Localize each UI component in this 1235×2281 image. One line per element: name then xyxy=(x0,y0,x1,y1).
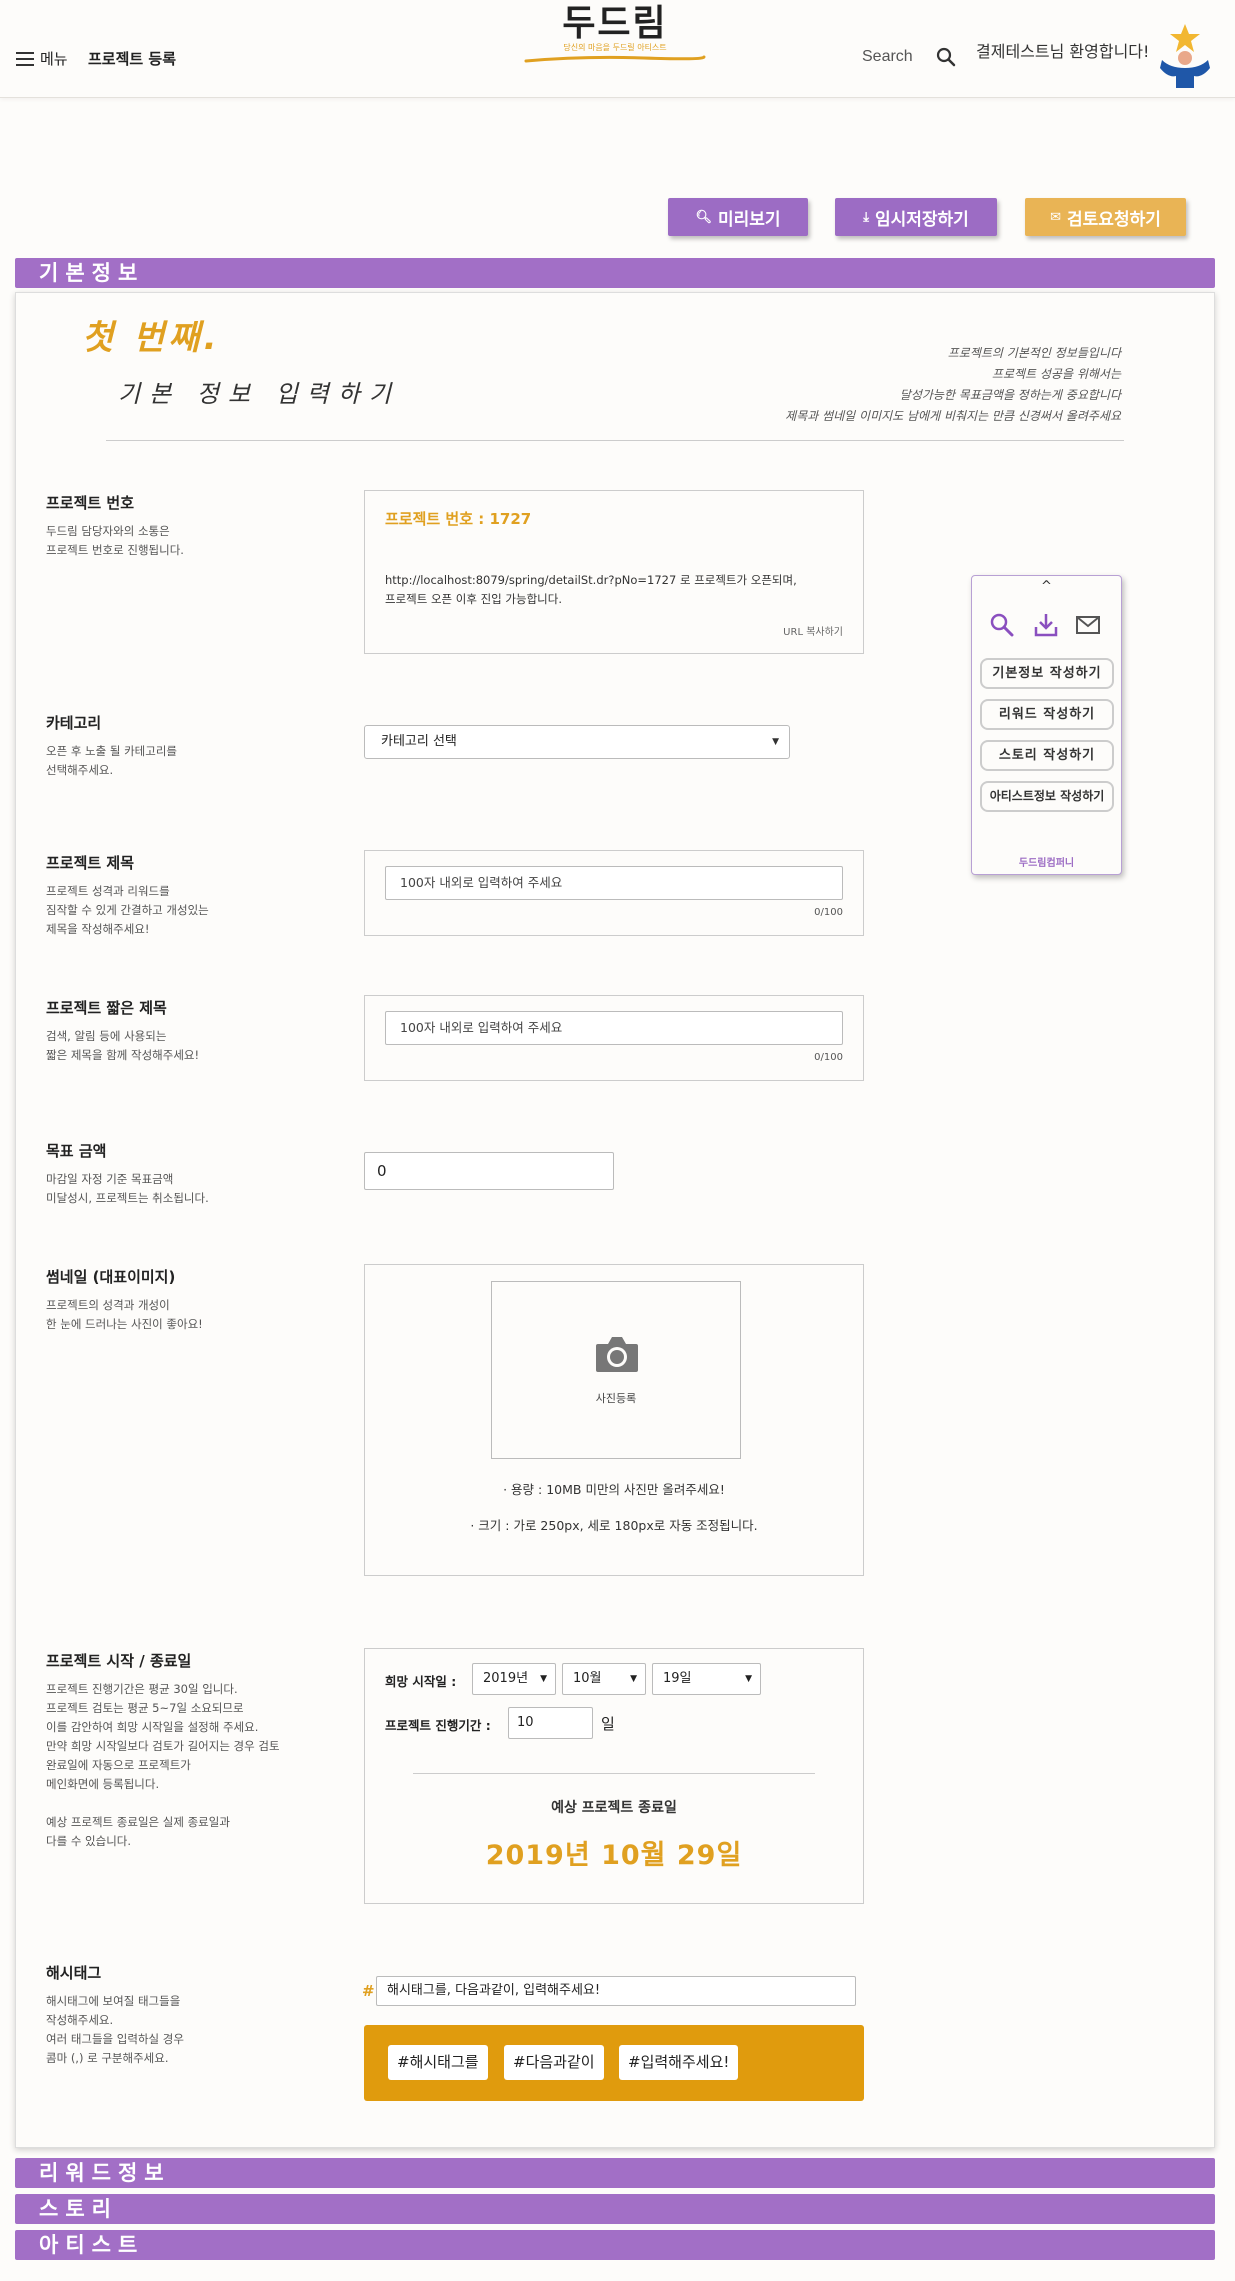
thumbnail-desc: 프로젝트의 성격과 개성이 한 눈에 드러나는 사진이 좋아요! xyxy=(46,1298,203,1331)
category-desc: 오픈 후 노출 될 카테고리를 선택해주세요. xyxy=(46,744,178,777)
goal-desc: 마감일 자정 기준 목표금액 미달성시, 프로젝트는 취소됩니다. xyxy=(46,1172,209,1205)
start-month-select[interactable]: 10월 ▼ xyxy=(562,1663,646,1695)
user-avatar-icon[interactable] xyxy=(1156,22,1214,88)
search-label[interactable]: Search xyxy=(862,48,913,66)
category-select[interactable]: 카테고리 선택 ▼ xyxy=(364,725,790,759)
project-number-desc: 두드림 담당자와의 소통은 프로젝트 번호로 진행됩니다. xyxy=(46,524,184,557)
short-title-counter: 0/100 xyxy=(814,1052,843,1063)
category-label: 카테고리 xyxy=(46,714,102,732)
logo-brush-stroke xyxy=(524,55,706,63)
temp-save-button[interactable]: ⤓ 임시저장하기 xyxy=(835,198,997,236)
thumbnail-panel: 사진등록 · 용량 : 10MB 미만의 사진만 올려주세요! · 크기 : 가… xyxy=(364,1264,864,1576)
request-review-button[interactable]: ✉ 검토요청하기 xyxy=(1025,198,1186,236)
thumbnail-label: 썸네일 (대표이미지) xyxy=(46,1268,176,1286)
start-date-label: 희망 시작일 : xyxy=(385,1674,457,1689)
widget-artist-button[interactable]: 아티스트정보 작성하기 xyxy=(980,781,1114,812)
top-header: 메뉴 프로젝트 등록 두드림 당신의 마음을 두드릴 아티스트 Search 결… xyxy=(0,0,1235,98)
project-title-desc: 프로젝트 성격과 리워드를 짐작할 수 있게 간결하고 개성있는 제목을 작성해… xyxy=(46,884,209,936)
hashtag-chip: #해시태그를 xyxy=(388,2045,488,2080)
intro-first-heading: 첫 번째. xyxy=(82,318,221,358)
widget-basic-info-button[interactable]: 기본정보 작성하기 xyxy=(980,658,1114,689)
start-year-value: 2019년 xyxy=(483,1671,529,1686)
intro-description: 프로젝트의 기본적인 정보들입니다 프로젝트 성공을 위해서는 달성가능한 목표… xyxy=(785,346,1121,423)
project-title-input[interactable]: 100자 내외로 입력하여 주세요 xyxy=(385,866,843,900)
project-title-label: 프로젝트 제목 xyxy=(46,854,135,872)
hashtag-label: 해시태그 xyxy=(46,1964,102,1982)
intro-title: 기본 정보 입력하기 xyxy=(118,380,400,408)
end-date-label: 예상 프로젝트 종료일 xyxy=(551,1800,677,1816)
project-number-value: 프로젝트 번호 : 1727 xyxy=(385,510,532,528)
logo-subtitle: 당신의 마음을 두드릴 아티스트 xyxy=(563,43,667,52)
hashtag-chip: #다음과같이 xyxy=(504,2045,604,2080)
project-number-label: 프로젝트 번호 xyxy=(46,494,135,512)
duration-input[interactable]: 10 xyxy=(508,1707,593,1739)
thumbnail-size-note: · 용량 : 10MB 미만의 사진만 올려주세요! xyxy=(503,1482,725,1497)
search-icon: 🔍︎ xyxy=(695,209,712,225)
start-day-value: 19일 xyxy=(663,1671,692,1686)
start-month-value: 10월 xyxy=(573,1671,602,1686)
project-number-panel: 프로젝트 번호 : 1727 http://localhost:8079/spr… xyxy=(364,490,864,654)
project-url-text: http://localhost:8079/spring/detailSt.dr… xyxy=(385,573,797,606)
welcome-text: 결제테스트님 환영합니다! xyxy=(976,42,1150,61)
preview-label: 미리보기 xyxy=(717,209,781,230)
short-title-label: 프로젝트 짧은 제목 xyxy=(46,999,167,1017)
section-artist[interactable]: 아티스트 xyxy=(15,2230,1215,2260)
mail-icon: ✉ xyxy=(1050,209,1062,225)
duration-label: 프로젝트 진행기간 : xyxy=(385,1718,491,1733)
section-story[interactable]: 스토리 xyxy=(15,2194,1215,2224)
temp-save-label: 임시저장하기 xyxy=(874,209,969,230)
request-review-label: 검토요청하기 xyxy=(1067,209,1161,230)
start-day-select[interactable]: 19일 ▼ xyxy=(652,1663,761,1695)
menu-label: 메뉴 xyxy=(40,50,68,68)
goal-amount-input[interactable]: 0 xyxy=(364,1152,614,1190)
schedule-panel: 희망 시작일 : 2019년 ▼ 10월 ▼ 19일 ▼ 프로젝트 진행기간 :… xyxy=(364,1648,864,1904)
camera-icon xyxy=(596,1337,638,1372)
mail-icon[interactable] xyxy=(1075,612,1101,638)
project-title-panel: 100자 내외로 입력하여 주세요 0/100 xyxy=(364,850,864,936)
hashtag-preview-area: #해시태그를 #다음과같이 #입력해주세요! xyxy=(364,2025,864,2101)
project-title-counter: 0/100 xyxy=(814,907,843,918)
schedule-label: 프로젝트 시작 / 종료일 xyxy=(46,1652,192,1670)
category-selected: 카테고리 선택 xyxy=(381,734,457,749)
scroll-top-button[interactable]: ^ xyxy=(972,579,1121,594)
dropdown-arrow-icon: ▼ xyxy=(540,1674,547,1684)
end-date-value: 2019년 10월 29일 xyxy=(485,1840,743,1871)
copy-url-link[interactable]: URL 복사하기 xyxy=(783,623,843,638)
thumbnail-upload-box[interactable]: 사진등록 xyxy=(491,1281,741,1459)
short-title-desc: 검색, 알림 등에 사용되는 짧은 제목을 함께 작성해주세요! xyxy=(46,1029,200,1062)
download-icon: ⤓ xyxy=(863,209,869,225)
widget-reward-button[interactable]: 리워드 작성하기 xyxy=(980,699,1114,730)
logo[interactable]: 두드림 당신의 마음을 두드릴 아티스트 xyxy=(520,2,710,72)
search-icon[interactable] xyxy=(935,46,957,68)
floating-nav-widget: ^ 기본정보 작성하기 리워드 작성하기 스토리 작성하기 아티스트정보 작성하… xyxy=(971,575,1122,875)
start-year-select[interactable]: 2019년 ▼ xyxy=(472,1663,556,1695)
hashtag-input[interactable]: 해시태그를, 다음과같이, 입력해주세요! xyxy=(376,1976,856,2006)
widget-story-button[interactable]: 스토리 작성하기 xyxy=(980,740,1114,771)
duration-unit: 일 xyxy=(601,1715,615,1733)
search-icon[interactable] xyxy=(989,612,1015,638)
divider xyxy=(106,440,1124,441)
dropdown-arrow-icon: ▼ xyxy=(772,737,779,747)
download-icon[interactable] xyxy=(1033,612,1059,638)
short-title-panel: 100자 내외로 입력하여 주세요 0/100 xyxy=(364,995,864,1081)
hash-mark: # xyxy=(362,1982,375,2000)
short-title-input[interactable]: 100자 내외로 입력하여 주세요 xyxy=(385,1011,843,1045)
project-register-link[interactable]: 프로젝트 등록 xyxy=(88,48,176,69)
company-link[interactable]: 두드림컴퍼니 xyxy=(972,854,1121,869)
divider xyxy=(413,1773,815,1774)
hashtag-chip: #입력해주세요! xyxy=(619,2045,739,2080)
schedule-desc: 프로젝트 진행기간은 평균 30일 입니다. 프로젝트 검토는 평균 5~7일 … xyxy=(46,1682,280,1848)
dropdown-arrow-icon: ▼ xyxy=(630,1674,637,1684)
logo-title: 두드림 xyxy=(562,3,668,44)
thumbnail-register-label: 사진등록 xyxy=(595,1392,637,1405)
thumbnail-dimension-note: · 크기 : 가로 250px, 세로 180px로 자동 조정됩니다. xyxy=(470,1518,758,1533)
dropdown-arrow-icon: ▼ xyxy=(745,1674,752,1684)
section-basic-info[interactable]: 기본정보 xyxy=(15,258,1215,288)
preview-button[interactable]: 🔍︎ 미리보기 xyxy=(668,198,808,236)
hamburger-icon xyxy=(16,51,34,66)
menu-button[interactable]: 메뉴 xyxy=(16,48,68,69)
goal-label: 목표 금액 xyxy=(46,1142,107,1160)
section-reward-info[interactable]: 리워드정보 xyxy=(15,2158,1215,2188)
hashtag-desc: 해시태그에 보여질 태그들을 작성해주세요. 여러 태그들을 입력하실 경우 콤… xyxy=(46,1994,184,2065)
